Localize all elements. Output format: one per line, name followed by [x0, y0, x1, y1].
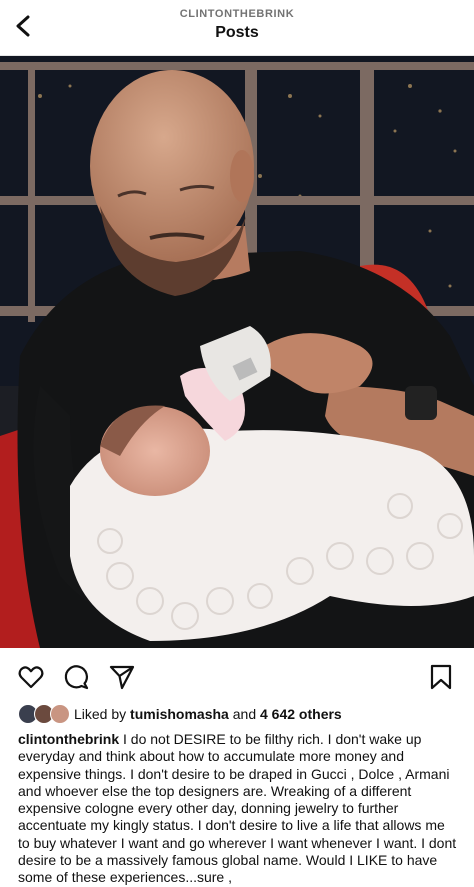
post-image[interactable] — [0, 56, 474, 648]
save-button[interactable] — [426, 662, 456, 692]
send-icon — [109, 665, 135, 690]
likes-summary[interactable]: Liked by tumishomasha and 4 642 others — [18, 704, 342, 724]
heart-icon — [18, 666, 44, 689]
bookmark-icon — [430, 664, 452, 690]
likes-prefix: Liked by — [74, 706, 131, 722]
caption-username[interactable]: clintonthebrink — [18, 731, 119, 747]
post-photo — [0, 56, 474, 648]
profile-username[interactable]: CLINTONTHEBRINK — [0, 8, 474, 20]
page-title: Posts — [215, 24, 259, 41]
avatar — [50, 704, 70, 724]
likes-count[interactable]: 4 642 others — [260, 706, 342, 722]
likes-connector: and — [228, 706, 260, 722]
comment-icon — [64, 665, 89, 690]
caption-text: I do not DESIRE to be filthy rich. I don… — [18, 731, 457, 886]
share-button[interactable] — [107, 662, 137, 692]
post-actions — [0, 656, 474, 696]
liker-username[interactable]: tumishomasha — [130, 706, 229, 722]
post-caption: clintonthebrink I do not DESIRE to be fi… — [18, 731, 460, 887]
like-button[interactable] — [16, 662, 46, 692]
liker-avatars — [18, 704, 72, 724]
comment-button[interactable] — [61, 662, 91, 692]
top-bar: CLINTONTHEBRINK Posts — [0, 0, 474, 56]
